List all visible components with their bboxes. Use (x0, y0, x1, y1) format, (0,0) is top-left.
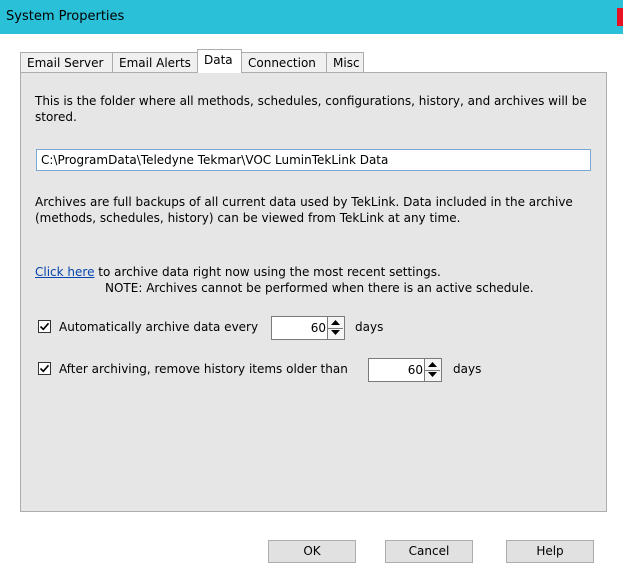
arrow-down-icon (428, 372, 437, 377)
title-bar: System Properties ✕ (0, 0, 623, 34)
checkmark-icon (39, 322, 50, 331)
arrow-up-icon (428, 362, 437, 367)
stepper-down-button[interactable] (328, 328, 343, 339)
arrow-up-icon (331, 320, 340, 325)
tab-misc[interactable]: Misc (326, 52, 364, 73)
auto-archive-unit: days (355, 320, 384, 334)
window-title: System Properties (6, 9, 125, 24)
tab-email-alerts[interactable]: Email Alerts (112, 52, 198, 73)
arrow-down-icon (331, 330, 340, 335)
auto-archive-days-value[interactable]: 60 (311, 317, 326, 339)
remove-history-label: After archiving, remove history items ol… (59, 362, 348, 376)
archive-now-line: Click here to archive data right now usi… (35, 264, 595, 280)
tab-data[interactable]: Data (197, 49, 242, 73)
archive-note: NOTE: Archives cannot be performed when … (105, 281, 534, 295)
auto-archive-days-stepper[interactable]: 60 (271, 316, 345, 340)
archives-description: Archives are full backups of all current… (35, 195, 573, 225)
remove-history-unit: days (453, 362, 482, 376)
remove-history-days-value[interactable]: 60 (408, 359, 423, 381)
stepper-down-button[interactable] (425, 370, 440, 381)
cancel-button[interactable]: Cancel (385, 540, 473, 563)
help-button[interactable]: Help (506, 540, 594, 563)
remove-history-days-stepper[interactable]: 60 (368, 358, 442, 382)
tab-connection[interactable]: Connection (241, 52, 327, 73)
tab-email-server[interactable]: Email Server (20, 52, 113, 73)
close-button[interactable]: ✕ (617, 8, 623, 26)
archive-now-text: to archive data right now using the most… (98, 265, 441, 279)
auto-archive-label: Automatically archive data every (59, 320, 259, 334)
remove-history-checkbox[interactable] (38, 362, 51, 375)
tab-strip: Email Server Email Alerts Data Connectio… (20, 49, 364, 73)
checkmark-icon (39, 364, 50, 373)
ok-button[interactable]: OK (268, 540, 356, 563)
data-tab-panel: This is the folder where all methods, sc… (20, 72, 607, 512)
click-here-link[interactable]: Click here (35, 265, 94, 279)
auto-archive-checkbox[interactable] (38, 320, 51, 333)
folder-description: This is the folder where all methods, sc… (35, 94, 587, 124)
data-folder-path-input[interactable]: C:\ProgramData\Teledyne Tekmar\VOC Lumin… (36, 149, 591, 171)
